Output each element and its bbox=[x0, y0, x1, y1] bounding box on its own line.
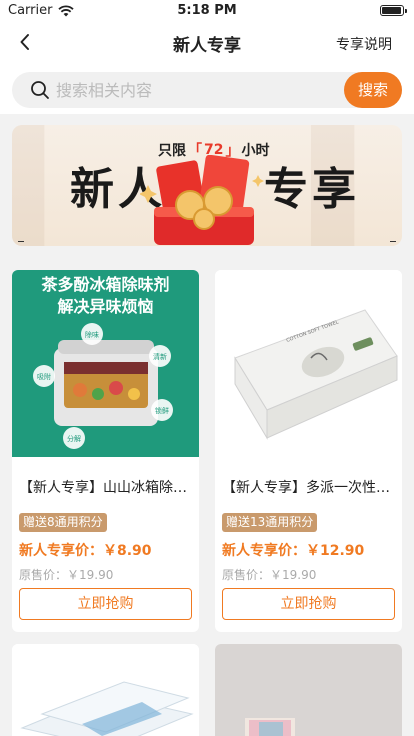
image-headline-2: 解决异味烦恼 bbox=[57, 297, 153, 316]
buy-now-button[interactable]: 立即抢购 bbox=[222, 588, 395, 620]
promo-banner[interactable]: ▌ ▌ 只限 「 72 」 小时 新人 专享 bbox=[12, 125, 402, 246]
status-time: 5:18 PM bbox=[177, 3, 237, 18]
original-price: 原售价：￥19.90 bbox=[19, 566, 113, 583]
price-label: 新人专享价： bbox=[222, 543, 306, 559]
search-button[interactable]: 搜索 bbox=[344, 72, 402, 108]
product-name: 【新人专享】山山冰箱除味剂 bbox=[19, 480, 195, 496]
points-badge: 赠送13通用积分 bbox=[222, 513, 318, 532]
original-price-label: 原售价： bbox=[19, 568, 68, 582]
banner-dash-left bbox=[18, 241, 24, 242]
price-value: ￥12.90 bbox=[306, 543, 365, 559]
product-image bbox=[215, 644, 402, 736]
product-image bbox=[12, 644, 199, 736]
search-section: 搜索 bbox=[0, 64, 414, 114]
product-card[interactable] bbox=[215, 644, 402, 736]
original-price: 原售价：￥19.90 bbox=[222, 566, 316, 583]
price-label: 新人专享价： bbox=[19, 543, 103, 559]
points-badge: 赠送8通用积分 bbox=[19, 513, 107, 532]
image-bubble-label: 分解 bbox=[67, 434, 81, 443]
search-icon bbox=[31, 81, 49, 99]
battery-icon bbox=[380, 5, 407, 16]
back-chevron-icon[interactable] bbox=[14, 30, 38, 54]
buy-now-button[interactable]: 立即抢购 bbox=[19, 588, 192, 620]
member-price: 新人专享价：￥12.90 bbox=[222, 540, 364, 560]
image-bubble-label: 清新 bbox=[153, 352, 167, 361]
product-card[interactable]: COTTON SOFT TOWEL 【新人专享】多派一次性毛巾 赠送13通用积分… bbox=[215, 270, 402, 632]
banner-title-right: 专享 bbox=[264, 164, 360, 215]
member-price: 新人专享价：￥8.90 bbox=[19, 540, 152, 560]
product-card[interactable]: 茶多酚冰箱除味剂 解决异味烦恼 除味 清新 吸附 锁鲜 分解 【新人专享】山山冰… bbox=[12, 270, 199, 632]
product-image: 茶多酚冰箱除味剂 解决异味烦恼 除味 清新 吸附 锁鲜 分解 bbox=[12, 270, 199, 457]
banner-dash-right bbox=[390, 241, 396, 242]
price-value: ￥8.90 bbox=[103, 543, 152, 559]
original-price-value: ￥19.90 bbox=[270, 568, 317, 582]
product-card[interactable] bbox=[12, 644, 199, 736]
exclusive-info-link[interactable]: 专享说明 bbox=[336, 34, 392, 54]
image-bubble-label: 吸附 bbox=[37, 372, 51, 381]
product-name: 【新人专享】多派一次性毛巾 bbox=[222, 480, 398, 496]
image-bubble-label: 除味 bbox=[85, 330, 99, 339]
search-bar: 搜索 bbox=[12, 72, 402, 108]
image-bubble-label: 锁鲜 bbox=[155, 406, 169, 415]
status-bar: Carrier 5:18 PM bbox=[0, 0, 414, 22]
original-price-label: 原售价： bbox=[222, 568, 271, 582]
image-headline-1: 茶多酚冰箱除味剂 bbox=[40, 275, 169, 294]
red-envelope-gift-icon bbox=[140, 155, 264, 245]
navigation-bar: 新人专享 专享说明 bbox=[0, 22, 414, 64]
product-image: COTTON SOFT TOWEL bbox=[215, 270, 402, 457]
original-price-value: ￥19.90 bbox=[67, 568, 114, 582]
search-input[interactable] bbox=[56, 72, 336, 108]
